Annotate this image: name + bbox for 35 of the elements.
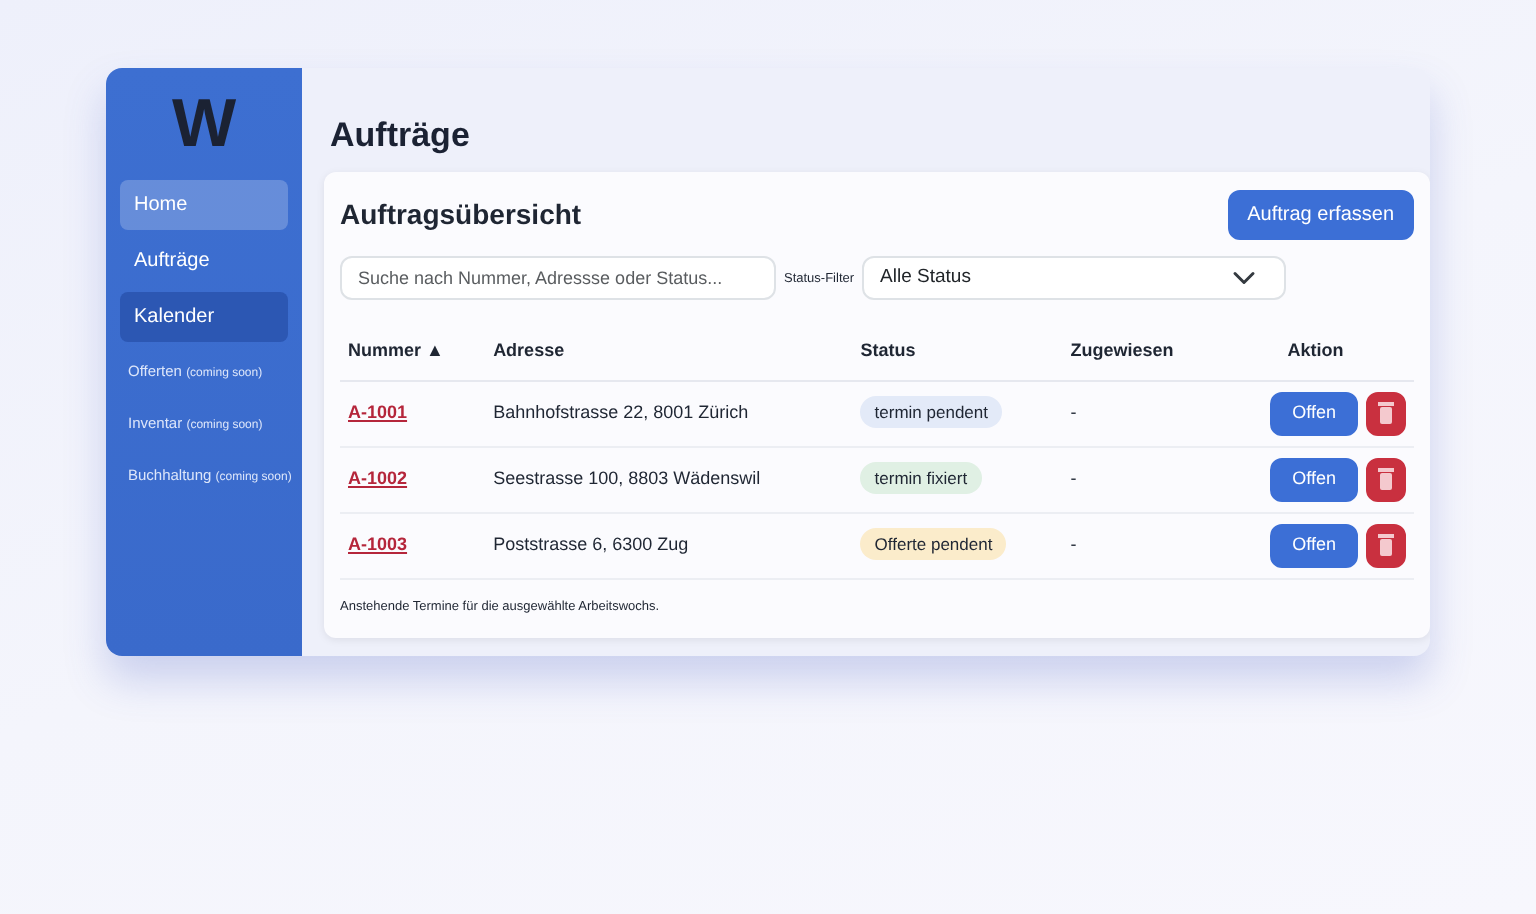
trash-icon [1378,534,1394,557]
order-number-link[interactable]: A-1003 [348,534,408,555]
open-button[interactable]: Offen [1270,458,1358,502]
address-cell: Bahnhofstrasse 22, 8001 Zürich [485,380,853,447]
page-title: Aufträge [330,116,472,157]
trash-icon [1378,468,1394,491]
column-header: Adresse [485,324,853,381]
delete-button[interactable] [1366,391,1406,436]
order-number-link[interactable]: A-1002 [348,468,408,489]
status-tag: Offerte pendent [860,528,1007,561]
delete-button[interactable] [1366,457,1406,502]
status-tag: termin fixiert [860,462,982,495]
sidebar-item[interactable]: Aufträge [120,236,288,286]
sidebar-item[interactable]: Kalender [120,292,288,342]
search-field[interactable]: Suche nach Nummer, Adressse oder Status... [340,256,776,301]
address-cell: Seestrasse 100, 8803 Wädenswil [485,446,853,513]
column-header: Aktion [1217,324,1414,381]
address-cell: Poststrasse 6, 6300 Zug [485,512,853,579]
order-number-link[interactable]: A-1001 [348,402,408,423]
card-title: Auftragsübersicht [340,196,582,235]
delete-button[interactable] [1366,523,1406,568]
logo: W [169,84,239,164]
open-button[interactable]: Offen [1270,524,1358,568]
assigned-cell: - [1062,512,1218,579]
status-filter-select[interactable]: Alle Status [862,256,1287,301]
column-header[interactable]: Nummer ▲ [340,324,486,381]
sidebar-item[interactable]: Home [120,180,288,230]
status-tag: termin pendent [860,396,1002,429]
assigned-cell: - [1062,380,1218,447]
column-header: Zugewiesen [1062,324,1218,381]
open-button[interactable]: Offen [1270,392,1358,436]
assigned-cell: - [1062,446,1218,513]
column-header: Status [852,324,1063,381]
add-order-button[interactable]: Auftrag erfassen [1227,190,1414,241]
trash-icon [1378,402,1394,425]
